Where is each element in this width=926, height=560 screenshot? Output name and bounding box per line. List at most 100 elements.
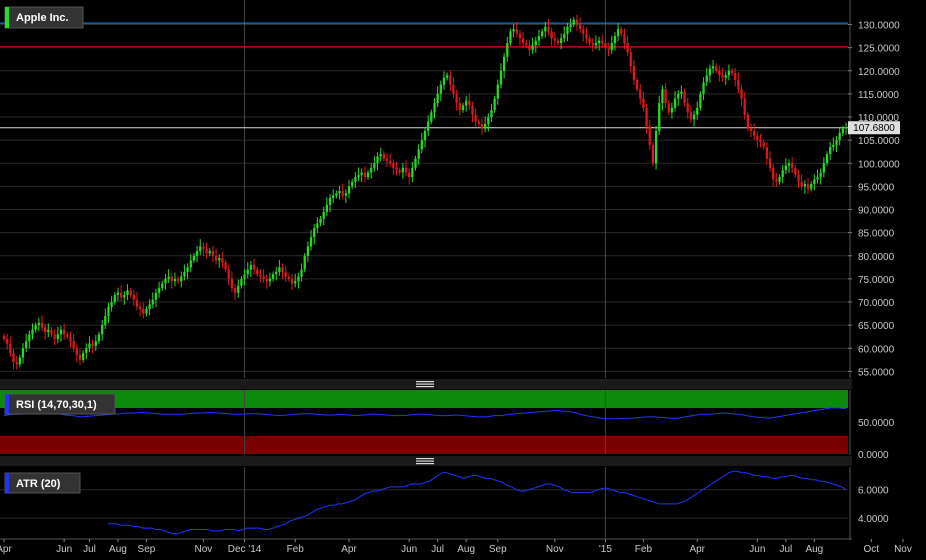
candle-body (446, 75, 449, 78)
candle-body (189, 260, 192, 268)
candle-body (813, 179, 816, 185)
y-tick-label: 115.0000 (858, 90, 899, 101)
candle-body (56, 334, 59, 339)
candle-body (40, 322, 44, 328)
candle-body (9, 343, 12, 353)
candle-body (300, 269, 303, 277)
candle-body (490, 110, 493, 117)
candle-body (347, 186, 351, 194)
candle-body (566, 26, 569, 34)
candle-body (287, 276, 291, 279)
candle-body (635, 80, 639, 90)
candle-body (37, 322, 40, 326)
candle-body (385, 158, 389, 161)
y-tick-label: 75.0000 (858, 275, 895, 286)
candle-body (427, 121, 430, 131)
candle-body (319, 218, 322, 224)
x-tick-label: Apr (689, 544, 705, 555)
candle-body (126, 290, 129, 296)
candle-body (297, 276, 300, 282)
candle-body (271, 274, 275, 279)
candle-body (199, 246, 202, 252)
rsi-legend[interactable]: RSI (14,70,30,1) (4, 393, 116, 415)
candle-body (480, 123, 484, 129)
candle-body (151, 299, 154, 305)
atr-legend[interactable]: ATR (20) (4, 472, 81, 494)
candle-body (306, 246, 310, 256)
candle-body (525, 43, 528, 46)
x-tick-label: Nov (546, 544, 564, 555)
candle-body (262, 276, 265, 279)
candle-body (183, 271, 186, 277)
x-tick-label: Aug (457, 544, 475, 555)
candle-body (322, 211, 325, 219)
candle-body (63, 329, 66, 335)
candle-body (822, 163, 825, 173)
stock-chart: 55.0000 60.0000 65.0000 70.0000 75.0000 80.00… (0, 0, 926, 560)
y-tick-label: 95.0000 (858, 182, 895, 193)
candle-body (724, 75, 727, 78)
y-tick-label: 65.0000 (858, 321, 895, 332)
x-tick-label: Jun (749, 544, 765, 555)
candle-body (512, 29, 515, 32)
candle-body (281, 267, 284, 272)
candle-body (186, 267, 189, 272)
candle-body (34, 325, 37, 330)
candle-body (363, 172, 366, 178)
x-tick-label: Aug (109, 544, 127, 555)
candle-body (705, 75, 708, 83)
candle-body (604, 43, 607, 48)
x-tick-label: Jun (56, 544, 72, 555)
last-price-label: 107.6800 (853, 123, 895, 134)
candle-body (104, 315, 107, 326)
candle-body (237, 285, 240, 293)
candle-body (465, 100, 468, 106)
candle-body (825, 154, 829, 164)
candle-body (613, 36, 617, 43)
candle-body (521, 38, 525, 43)
candle-body (25, 341, 28, 349)
candle-body (680, 91, 683, 94)
candle-body (360, 172, 363, 175)
x-tick-label: Apr (0, 544, 12, 555)
candle-body (765, 147, 768, 159)
candle-body (484, 123, 487, 129)
candle-body (499, 70, 503, 85)
pane-resize-handle-1[interactable] (0, 379, 852, 389)
candle-body (597, 40, 601, 43)
candle-body (50, 329, 53, 335)
price-legend[interactable]: Apple Inc. (4, 6, 84, 29)
candle-body (335, 193, 338, 196)
candle-body (455, 93, 458, 104)
candle-body (123, 295, 126, 298)
candle-body (686, 103, 689, 113)
candle-body (503, 56, 506, 71)
candle-body (806, 184, 810, 189)
candle-body (664, 89, 667, 104)
candle-body (626, 43, 629, 53)
candle-body (157, 288, 161, 293)
candle-body (784, 165, 787, 171)
candle-body (31, 329, 34, 335)
candle-body (252, 265, 256, 270)
candle-body (461, 105, 465, 111)
candle-body (692, 114, 696, 120)
candle-body (670, 107, 674, 113)
candle-body (332, 195, 335, 198)
candle-body (781, 170, 784, 178)
x-tick-label: Oct (864, 544, 880, 555)
x-tick-label: Jun (401, 544, 417, 555)
x-tick-label: Nov (894, 544, 912, 555)
candle-body (775, 179, 778, 182)
candle-body (841, 128, 844, 134)
candle-body (173, 278, 177, 282)
pane-resize-handle-2[interactable] (0, 456, 852, 466)
candle-body (632, 66, 636, 80)
candle-body (493, 98, 496, 111)
candle-body (338, 191, 341, 194)
candle-body (341, 191, 344, 196)
candle-body (582, 29, 585, 34)
candle-body (654, 130, 658, 164)
candle-body (734, 73, 737, 80)
candle-body (768, 158, 772, 168)
